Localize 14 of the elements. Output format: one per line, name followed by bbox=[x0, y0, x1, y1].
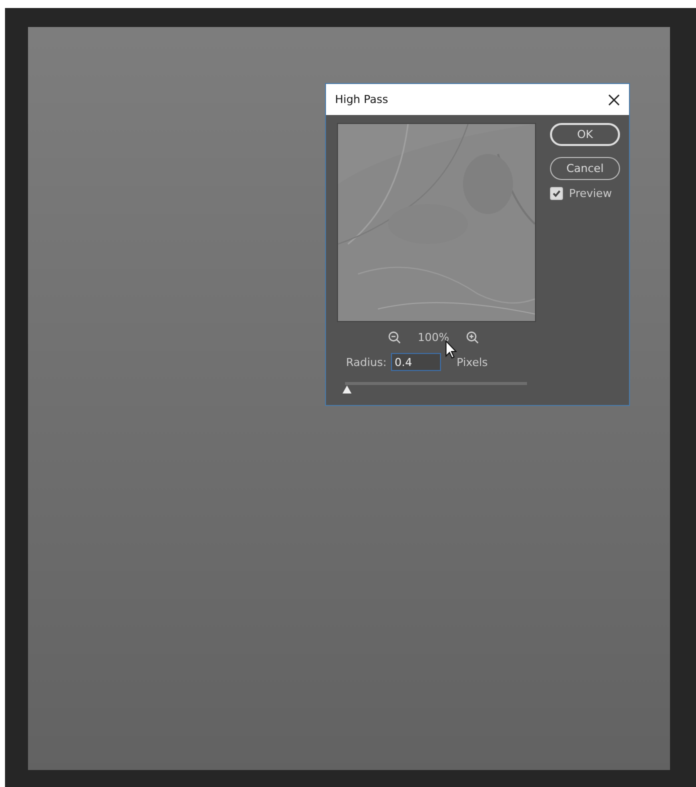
radius-field[interactable]: 0.4 bbox=[390, 353, 441, 371]
dialog-title: High Pass bbox=[335, 93, 388, 106]
zoom-in-icon[interactable] bbox=[466, 331, 480, 344]
ok-button[interactable]: OK bbox=[550, 123, 620, 146]
unit-label: Pixels bbox=[456, 356, 488, 368]
radius-label: Radius: bbox=[346, 356, 387, 368]
slider-thumb[interactable] bbox=[342, 385, 352, 394]
cursor-icon bbox=[445, 340, 457, 359]
zoom-level: 100% bbox=[418, 331, 450, 344]
cancel-button[interactable]: Cancel bbox=[550, 157, 620, 180]
preview-checkbox[interactable] bbox=[550, 187, 563, 200]
zoom-out-icon[interactable] bbox=[388, 331, 401, 344]
close-icon[interactable] bbox=[608, 94, 620, 106]
preview-label: Preview bbox=[569, 187, 612, 200]
